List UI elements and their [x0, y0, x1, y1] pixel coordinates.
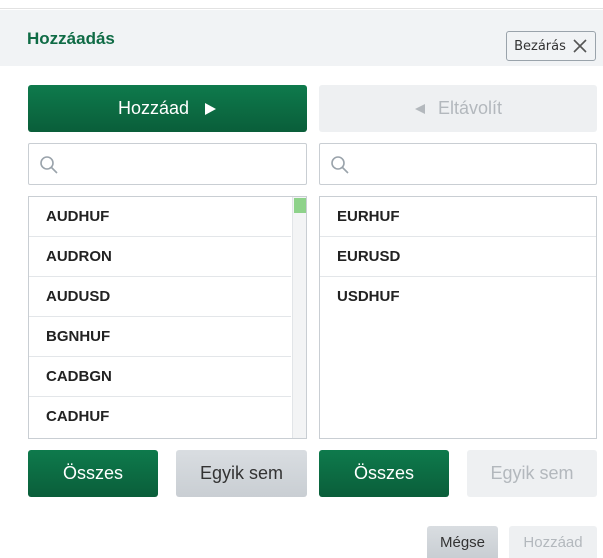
list-item[interactable]: CADBGN — [29, 357, 291, 397]
select-all-left-button[interactable]: Összes — [28, 450, 158, 497]
list-item[interactable]: AUDUSD — [29, 277, 291, 317]
select-all-right-button[interactable]: Összes — [319, 450, 449, 497]
close-button-label: Bezárás — [514, 38, 566, 54]
selected-list: EURHUF EURUSD USDHUF — [319, 196, 597, 439]
right-search-input[interactable] — [356, 150, 586, 178]
remove-button-label: Eltávolít — [437, 98, 503, 118]
list-item[interactable]: AUDRON — [29, 237, 291, 277]
left-search-input[interactable] — [65, 150, 296, 178]
search-icon — [40, 156, 58, 174]
add-button[interactable]: Hozzáad — [28, 85, 307, 132]
list-item[interactable]: USDHUF — [320, 277, 596, 317]
list-item[interactable]: CADHUF — [29, 397, 291, 437]
list-item[interactable]: EURUSD — [320, 237, 596, 277]
left-search-box[interactable] — [28, 143, 307, 185]
close-icon — [573, 39, 587, 53]
scrollbar[interactable] — [292, 197, 306, 438]
right-search-box[interactable] — [319, 143, 597, 185]
confirm-add-button[interactable]: Hozzáad — [509, 526, 597, 558]
search-icon — [331, 156, 349, 174]
cancel-button[interactable]: Mégse — [427, 526, 498, 558]
top-divider — [0, 0, 603, 9]
list-item[interactable]: BGNHUF — [29, 317, 291, 357]
close-button[interactable]: Bezárás — [506, 31, 596, 61]
dialog-header: Hozzáadás Bezárás — [0, 10, 603, 66]
available-list: AUDHUF AUDRON AUDUSD BGNHUF CADBGN CADHU… — [28, 196, 307, 439]
scrollbar-thumb[interactable] — [294, 198, 306, 213]
add-button-label: Hozzáad — [117, 98, 190, 118]
play-right-icon — [205, 102, 217, 115]
list-item[interactable]: EURHUF — [320, 197, 596, 237]
list-item[interactable]: AUDHUF — [29, 197, 291, 237]
play-left-icon — [414, 103, 425, 114]
dialog-title: Hozzáadás — [27, 29, 115, 48]
select-none-right-button[interactable]: Egyik sem — [467, 450, 597, 497]
select-none-left-button[interactable]: Egyik sem — [176, 450, 307, 497]
remove-button[interactable]: Eltávolít — [319, 85, 597, 132]
